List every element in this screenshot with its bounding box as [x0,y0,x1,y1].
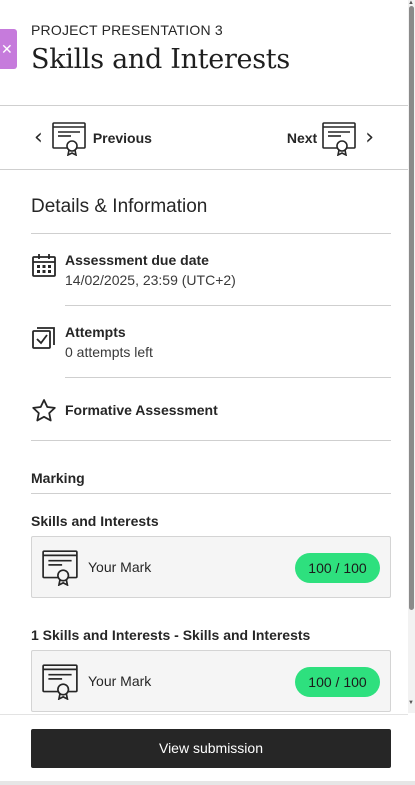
star-icon [31,398,57,424]
certificate-icon [51,120,87,156]
page-title: Skills and Interests [31,44,290,75]
certificate-icon [41,662,79,705]
close-panel-tab[interactable]: ✕ [0,29,17,69]
score-badge: 100 / 100 [295,667,380,697]
formative-title: Formative Assessment [65,402,218,418]
scroll-down-icon[interactable]: ▼ [408,700,414,706]
attempts-value: 0 attempts left [65,344,153,360]
view-submission-button[interactable]: View submission [31,729,391,768]
chevron-left-icon: ‹ [34,125,43,150]
certificate-icon [41,548,79,591]
formative-row: Formative Assessment [31,398,391,424]
next-button[interactable]: Next › [287,120,374,156]
close-icon: ✕ [1,41,13,57]
mark-heading: 1 Skills and Interests - Skills and Inte… [31,627,311,643]
due-date-value: 14/02/2025, 23:59 (UTC+2) [65,272,236,288]
next-label: Next [286,130,318,146]
attempts-row: Attempts 0 attempts left [31,324,391,360]
scrollbar-thumb[interactable] [409,6,414,610]
bottom-edge [0,781,415,785]
marking-label: Marking [31,470,85,486]
assessment-navigation: ‹ Previous Next › [0,106,408,169]
your-mark-label: Your Mark [88,673,152,689]
due-date-row: Assessment due date 14/02/2025, 23:59 (U… [31,252,391,288]
attempts-divider [65,377,391,378]
details-title: Details & Information [31,196,208,217]
project-label: PROJECT PRESENTATION 3 [31,22,223,38]
previous-label: Previous [92,130,152,146]
score-badge: 100 / 100 [295,553,380,583]
calendar-icon [31,252,57,278]
formative-divider [31,440,391,441]
attempts-title: Attempts [65,324,126,340]
attempts-icon [31,324,57,350]
certificate-icon [321,120,357,156]
details-divider [31,233,391,234]
due-date-title: Assessment due date [65,252,209,268]
your-mark-label: Your Mark [88,559,152,575]
panel-header: PROJECT PRESENTATION 3 Skills and Intere… [31,22,401,75]
panel-footer: View submission [0,714,408,785]
due-date-divider [65,305,391,306]
chevron-right-icon: › [365,125,374,150]
scrollbar[interactable]: ▲ ▼ [408,0,415,713]
mark-heading: Skills and Interests [31,513,159,529]
previous-button[interactable]: ‹ Previous [34,120,152,156]
mark-card[interactable]: Your Mark 100 / 100 [31,650,391,712]
marking-divider [31,493,391,494]
nav-divider [0,169,408,170]
details-section: Details & Information [31,196,391,218]
mark-card[interactable]: Your Mark 100 / 100 [31,536,391,598]
